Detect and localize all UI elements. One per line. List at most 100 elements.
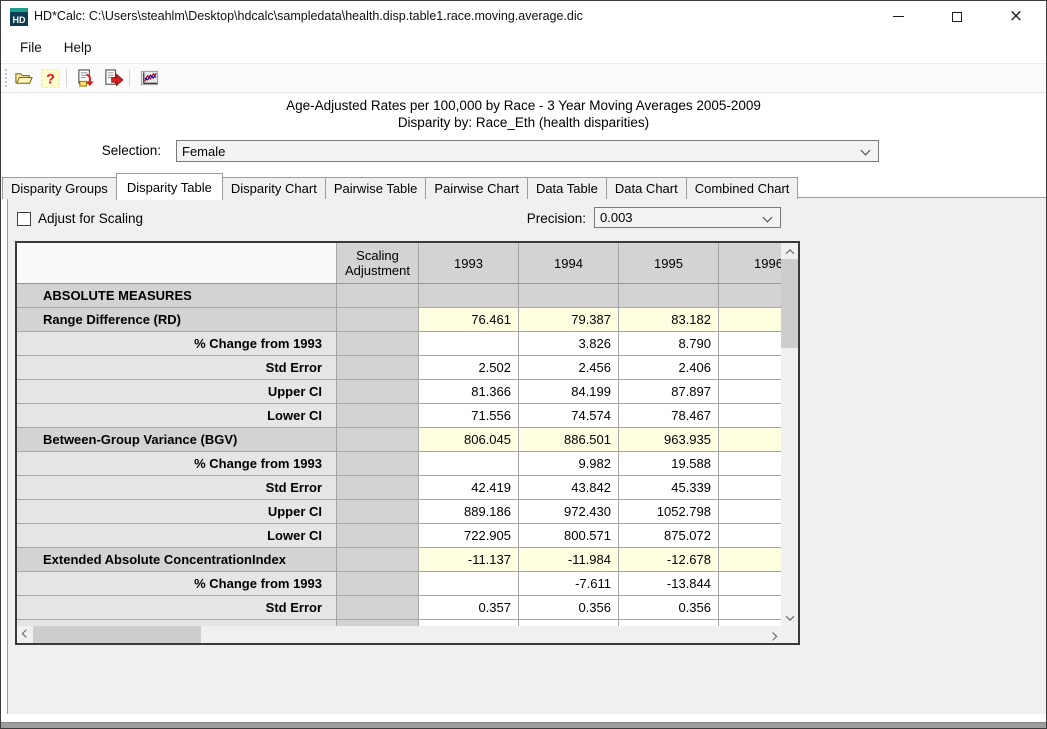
value-cell: 3.826 [519, 332, 619, 356]
scaling-adjustment-cell [337, 548, 419, 572]
tab-data-chart[interactable]: Data Chart [606, 177, 687, 199]
column-header: 1994 [519, 243, 619, 284]
title-bar: HD HD*Calc: C:\Users\steahlm\Desktop\hdc… [1, 1, 1046, 32]
value-cell [619, 284, 719, 308]
row-label-cell: Std Error [17, 356, 337, 380]
column-header: 1995 [619, 243, 719, 284]
scaling-adjustment-cell [337, 452, 419, 476]
tab-strip: Disparity GroupsDisparity TableDisparity… [3, 172, 798, 199]
value-cell: 2 [719, 356, 781, 380]
value-cell: 972.430 [519, 500, 619, 524]
maximize-button[interactable] [934, 1, 980, 32]
window-bottom-edge[interactable] [1, 722, 1046, 728]
chevron-up-icon [785, 249, 793, 257]
selection-dropdown[interactable]: Female [176, 140, 879, 162]
close-button[interactable]: × [993, 1, 1039, 32]
report-title-line1: Age-Adjusted Rates per 100,000 by Race -… [1, 98, 1046, 113]
menu-help[interactable]: Help [53, 35, 103, 60]
table-row: Range Difference (RD)76.46179.38783.1828… [17, 308, 781, 332]
value-cell: -11.984 [519, 548, 619, 572]
tab-data-table[interactable]: Data Table [527, 177, 607, 199]
value-cell: 84 [719, 308, 781, 332]
value-cell: 10 [719, 332, 781, 356]
scroll-right-arrow[interactable] [764, 626, 781, 643]
value-cell: 78.467 [619, 404, 719, 428]
scaling-adjustment-cell [337, 500, 419, 524]
row-label-cell: Upper CI [17, 380, 337, 404]
table-row: Extended Absolute ConcentrationIndex-11.… [17, 548, 781, 572]
value-cell: 806.045 [419, 428, 519, 452]
value-cell: 43.842 [519, 476, 619, 500]
open-file-button[interactable] [11, 66, 35, 90]
scaling-adjustment-cell [337, 356, 419, 380]
value-cell [419, 452, 519, 476]
vertical-scrollbar-thumb[interactable] [781, 259, 798, 348]
chevron-down-icon [785, 612, 793, 620]
value-cell [519, 284, 619, 308]
adjust-for-scaling-checkbox[interactable] [17, 212, 31, 226]
value-cell: 25 [719, 452, 781, 476]
value-cell: 84.199 [519, 380, 619, 404]
value-cell: 0.356 [519, 596, 619, 620]
row-label-cell: Std Error [17, 596, 337, 620]
tab-pairwise-table[interactable]: Pairwise Table [325, 177, 427, 199]
column-header: 1993 [419, 243, 519, 284]
value-cell: 42.419 [419, 476, 519, 500]
chevron-right-icon [768, 632, 776, 640]
value-cell [719, 284, 781, 308]
menu-file[interactable]: File [9, 35, 53, 60]
scroll-up-arrow[interactable] [781, 243, 798, 260]
precision-value: 0.003 [600, 210, 633, 225]
scaling-adjustment-cell [337, 404, 419, 428]
vertical-scrollbar[interactable] [781, 243, 798, 626]
tab-pairwise-chart[interactable]: Pairwise Chart [425, 177, 528, 199]
disparity-table: Scaling Adjustment1993199419951996 ABSOL… [15, 241, 800, 645]
window-title: HD*Calc: C:\Users\steahlm\Desktop\hdcalc… [34, 1, 583, 32]
tab-combined-chart[interactable]: Combined Chart [686, 177, 799, 199]
export-report-button[interactable] [74, 66, 98, 90]
tab-disparity-table[interactable]: Disparity Table [116, 173, 223, 200]
table-row: Upper CI889.186972.4301052.7981103 [17, 500, 781, 524]
minimize-icon [893, 16, 904, 17]
scaling-adjustment-cell [337, 308, 419, 332]
chart-button[interactable] [137, 66, 161, 90]
toolbar: ? [1, 63, 1046, 93]
value-cell: 83.182 [619, 308, 719, 332]
table-header-row: Scaling Adjustment1993199419951996 [17, 243, 781, 284]
table-row: ABSOLUTE MEASURES [17, 284, 781, 308]
export-report-icon [77, 69, 96, 88]
value-cell: 9.982 [519, 452, 619, 476]
table-row: Between-Group Variance (BGV)806.045886.5… [17, 428, 781, 452]
tab-disparity-groups[interactable]: Disparity Groups [2, 177, 117, 199]
scaling-adjustment-cell [337, 380, 419, 404]
toolbar-separator [66, 69, 67, 87]
table-row: Std Error42.41943.84245.33946 [17, 476, 781, 500]
chart-icon [140, 69, 159, 88]
value-cell: 89 [719, 380, 781, 404]
row-label-cell: % Change from 1993 [17, 332, 337, 356]
row-label-cell: Lower CI [17, 524, 337, 548]
scroll-down-arrow[interactable] [781, 609, 798, 626]
horizontal-scrollbar-thumb[interactable] [33, 626, 201, 643]
value-cell: 0 [719, 596, 781, 620]
help-button[interactable]: ? [38, 66, 62, 90]
precision-dropdown[interactable]: 0.003 [594, 207, 781, 228]
value-cell [419, 284, 519, 308]
export-data-icon [104, 69, 123, 88]
scroll-left-arrow[interactable] [17, 626, 34, 643]
table-row: Lower CI722.905800.571875.072919 [17, 524, 781, 548]
adjust-for-scaling-label: Adjust for Scaling [38, 211, 143, 226]
selection-label: Selection: [1, 143, 161, 158]
value-cell: 2.502 [419, 356, 519, 380]
export-data-button[interactable] [101, 66, 125, 90]
minimize-button[interactable] [875, 1, 921, 32]
value-cell: 919 [719, 524, 781, 548]
table-row: % Change from 1993-7.611-13.844-21 [17, 572, 781, 596]
row-label-cell: Upper CI [17, 500, 337, 524]
horizontal-scrollbar[interactable] [17, 626, 781, 643]
tab-disparity-chart[interactable]: Disparity Chart [222, 177, 326, 199]
value-cell: 800.571 [519, 524, 619, 548]
value-cell: -21 [719, 572, 781, 596]
toolbar-grip[interactable] [4, 68, 8, 88]
row-label-cell: Between-Group Variance (BGV) [17, 428, 337, 452]
